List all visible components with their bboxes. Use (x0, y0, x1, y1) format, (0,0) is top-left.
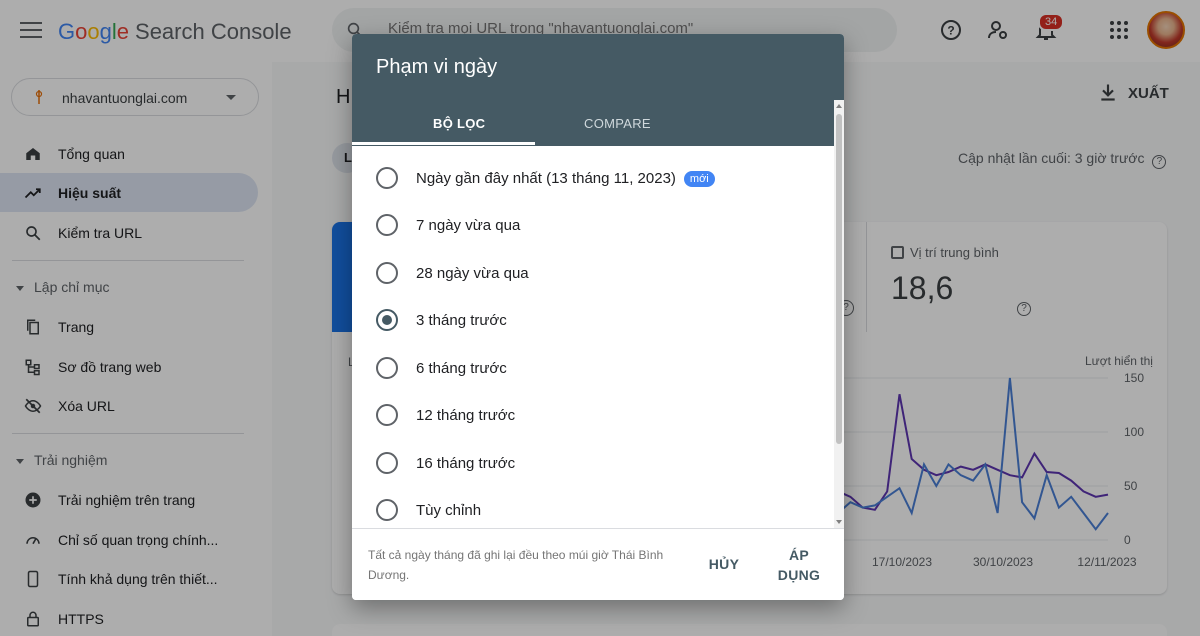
radio-button[interactable] (376, 262, 398, 284)
radio-button[interactable] (376, 404, 398, 426)
option-12-months[interactable]: 12 tháng trước (352, 392, 834, 439)
radio-button[interactable] (376, 167, 398, 189)
option-7-days[interactable]: 7 ngày vừa qua (352, 202, 834, 249)
tab-filter[interactable]: BỘ LỌC (433, 116, 485, 131)
timezone-note: Tất cả ngày tháng đã ghi lại đều theo mú… (368, 548, 664, 582)
option-custom[interactable]: Tùy chỉnh (352, 487, 834, 528)
option-label: 28 ngày vừa qua (416, 265, 529, 282)
option-label: 6 tháng trước (416, 360, 507, 377)
dialog-footer: Tất cả ngày tháng đã ghi lại đều theo mú… (352, 528, 844, 600)
scroll-down-icon[interactable] (836, 520, 842, 524)
new-badge: mới (683, 171, 715, 187)
option-label: Ngày gần đây nhất (13 tháng 11, 2023) mới (416, 170, 715, 187)
option-text: Ngày gần đây nhất (13 tháng 11, 2023) (416, 170, 676, 187)
radio-button[interactable] (376, 357, 398, 379)
radio-button[interactable] (376, 452, 398, 474)
scrollbar-thumb[interactable] (836, 114, 842, 444)
option-label: 12 tháng trước (416, 407, 516, 424)
active-tab-indicator (352, 142, 535, 145)
option-label: 16 tháng trước (416, 455, 516, 472)
option-latest-date[interactable]: Ngày gần đây nhất (13 tháng 11, 2023) mới (352, 155, 834, 202)
radio-button-selected[interactable] (376, 309, 398, 331)
scroll-up-icon[interactable] (836, 104, 842, 108)
option-label: 3 tháng trước (416, 312, 507, 329)
option-6-months[interactable]: 6 tháng trước (352, 345, 834, 392)
cancel-button[interactable]: HỦY (702, 556, 746, 572)
option-label: Tùy chỉnh (416, 502, 482, 519)
radio-button[interactable] (376, 499, 398, 521)
radio-button[interactable] (376, 214, 398, 236)
option-28-days[interactable]: 28 ngày vừa qua (352, 250, 834, 297)
tab-compare[interactable]: COMPARE (584, 116, 651, 131)
dialog-header: Phạm vi ngày BỘ LỌC COMPARE (352, 34, 844, 146)
date-range-dialog: Phạm vi ngày BỘ LỌC COMPARE Ngày gần đây… (352, 34, 844, 600)
dialog-title: Phạm vi ngày (376, 56, 498, 78)
option-3-months[interactable]: 3 tháng trước (352, 297, 834, 344)
option-label: 7 ngày vừa qua (416, 217, 521, 234)
dialog-scrollbar[interactable] (834, 100, 844, 528)
date-range-options: Ngày gần đây nhất (13 tháng 11, 2023) mới… (352, 146, 834, 528)
option-16-months[interactable]: 16 tháng trước (352, 440, 834, 487)
apply-button[interactable]: ÁP DỤNG (768, 545, 830, 585)
